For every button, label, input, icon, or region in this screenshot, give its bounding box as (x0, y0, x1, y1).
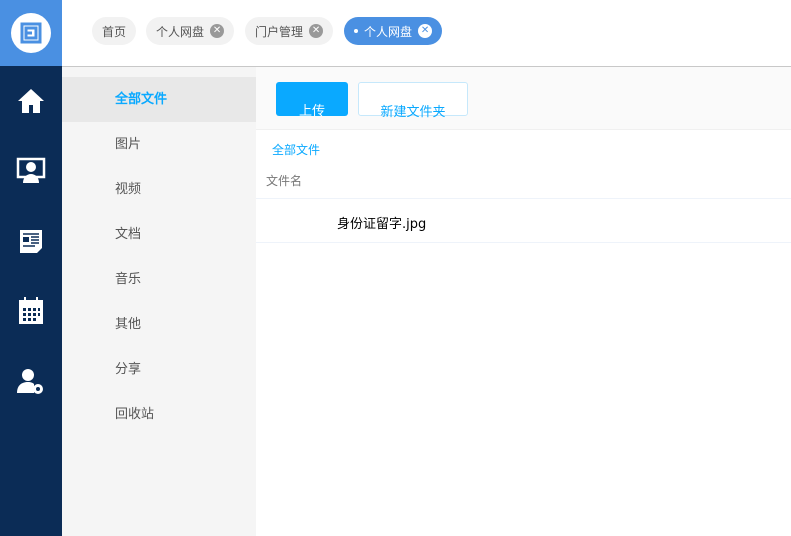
tab-personal-disk[interactable]: 个人网盘 ✕ (146, 17, 235, 45)
toolbar: 上传 新建文件夹 (256, 67, 791, 130)
table-row[interactable]: 身份证留字.jpg (256, 198, 791, 243)
sidebar-item-videos[interactable]: 视频 (62, 167, 256, 212)
monitor-user-icon (16, 157, 46, 183)
close-icon[interactable]: ✕ (418, 24, 433, 38)
rail-home[interactable] (0, 66, 62, 136)
sidebar-item-recycle-bin[interactable]: 回收站 (62, 392, 256, 437)
sidebar-item-all[interactable]: 全部文件 (62, 77, 256, 122)
news-icon (20, 230, 42, 253)
tab-portal-management[interactable]: 门户管理 ✕ (245, 17, 334, 45)
close-icon[interactable]: ✕ (309, 24, 324, 38)
rail-user-settings[interactable] (0, 346, 62, 416)
sidebar-item-share[interactable]: 分享 (62, 347, 256, 392)
file-name[interactable]: 身份证留字.jpg (337, 213, 426, 232)
logo-icon (20, 22, 42, 44)
sidebar-item-images[interactable]: 图片 (62, 122, 256, 167)
sidebar-item-music[interactable]: 音乐 (62, 257, 256, 302)
column-header-filename[interactable]: 文件名 (266, 172, 302, 189)
tab-label: 个人网盘 (364, 24, 413, 39)
tab-personal-disk-active[interactable]: 个人网盘 ✕ (344, 17, 443, 45)
logo[interactable] (0, 0, 62, 66)
active-dot-icon (354, 29, 358, 33)
tab-label: 门户管理 (255, 24, 304, 39)
tab-label: 首页 (102, 24, 127, 39)
sidebar-item-documents[interactable]: 文档 (62, 212, 256, 257)
new-folder-button[interactable]: 新建文件夹 (358, 82, 468, 120)
file-list-panel: 上传 新建文件夹 全部文件 文件名 身份证留字.jpg (256, 67, 791, 536)
home-icon (18, 89, 44, 113)
tab-bar: 首页 个人网盘 ✕ 门户管理 ✕ 个人网盘 ✕ (62, 0, 791, 67)
tab-label: 个人网盘 (156, 24, 205, 39)
calendar-icon (19, 297, 43, 324)
breadcrumb[interactable]: 全部文件 (272, 141, 320, 158)
rail-portal[interactable] (0, 136, 62, 206)
rail-calendar[interactable] (0, 276, 62, 346)
rail-news[interactable] (0, 206, 62, 276)
left-rail (0, 0, 62, 536)
close-icon[interactable]: ✕ (210, 24, 225, 38)
upload-button[interactable]: 上传 (276, 82, 348, 119)
file-category-sidebar: 全部文件 图片 视频 文档 音乐 其他 分享 回收站 (62, 67, 256, 536)
tab-home[interactable]: 首页 (92, 17, 137, 45)
user-settings-icon (17, 369, 43, 394)
sidebar-item-other[interactable]: 其他 (62, 302, 256, 347)
